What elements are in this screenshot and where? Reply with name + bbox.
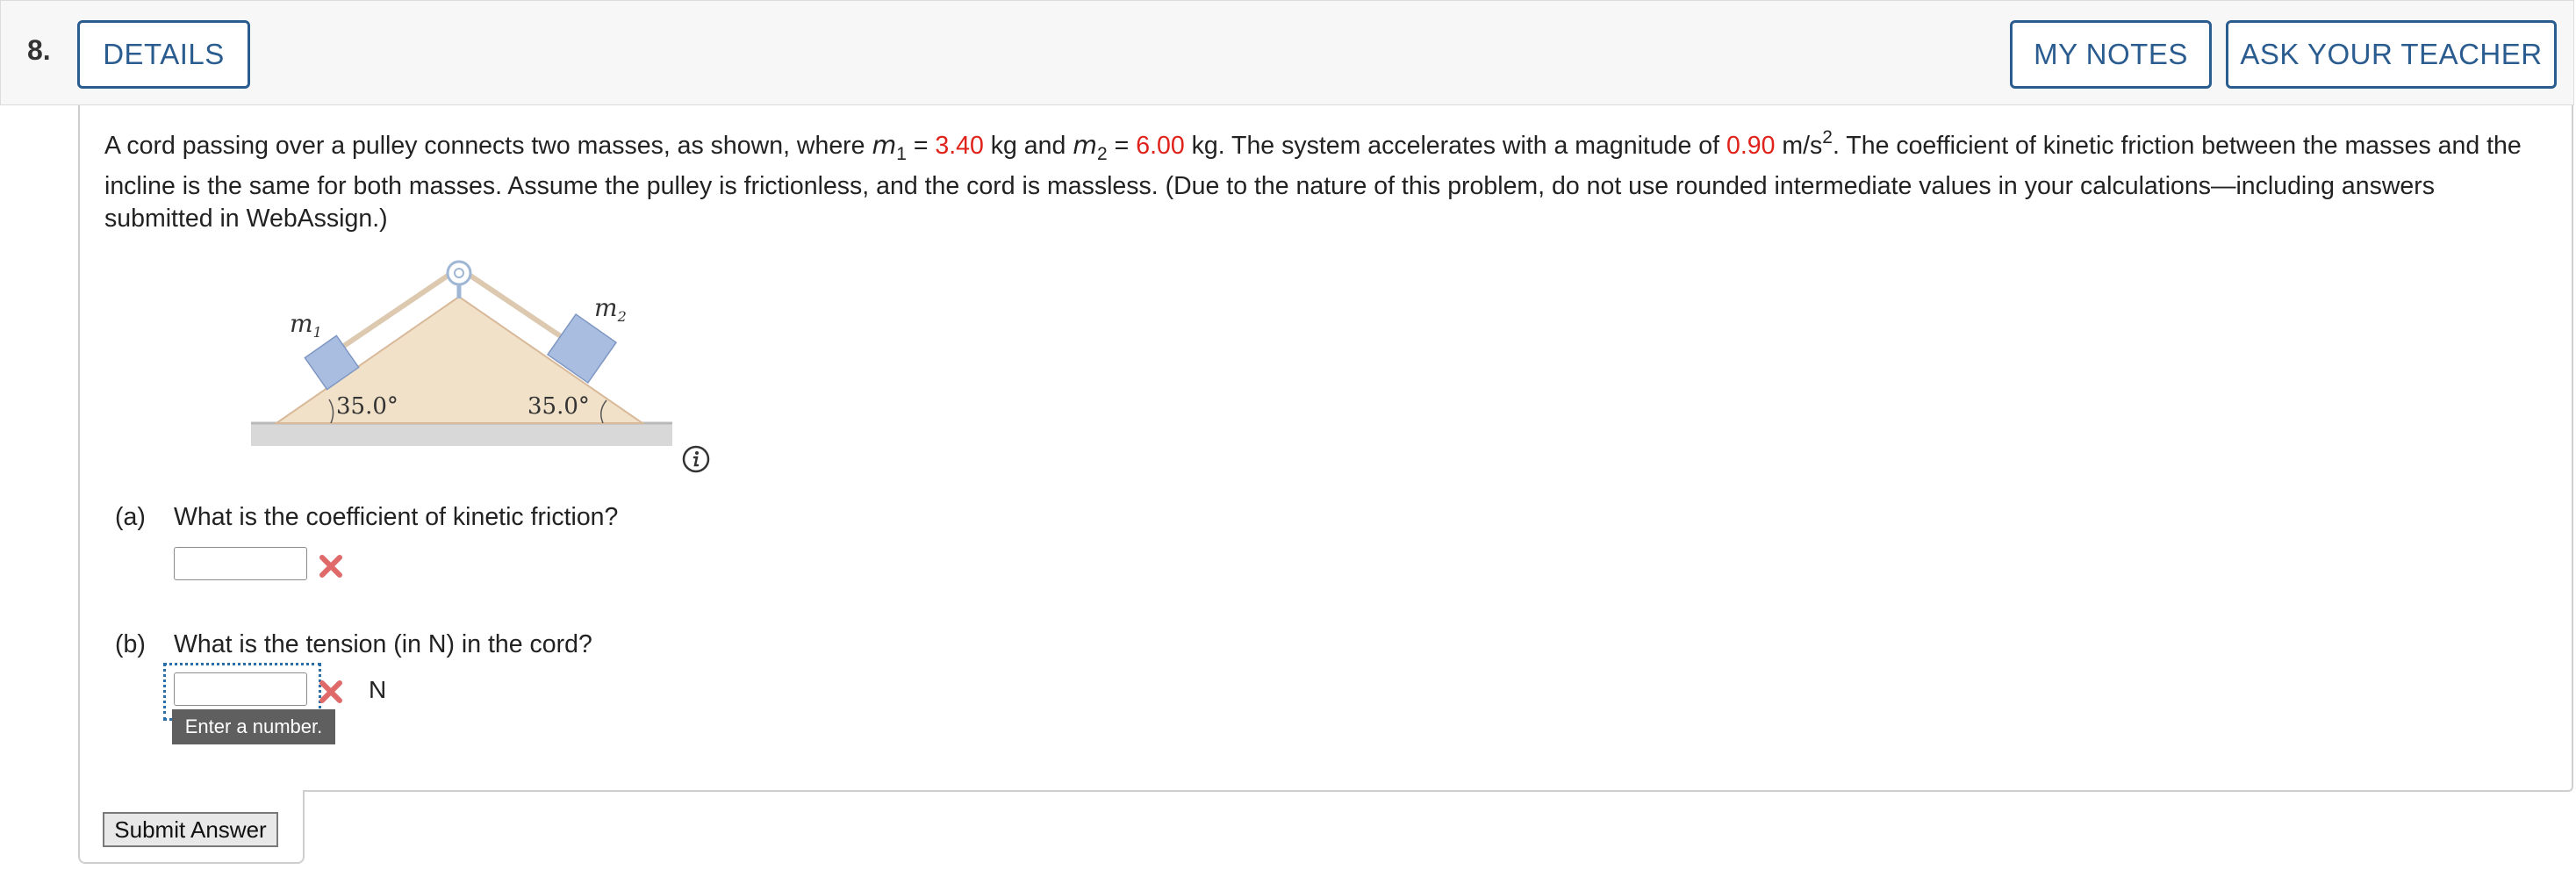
enter-number-tooltip: Enter a number. [172,709,335,744]
submit-answer-button[interactable]: Submit Answer [103,812,278,847]
m1-label: m1 [290,309,322,341]
incorrect-x-icon [319,555,342,578]
part-b-answer-input[interactable] [174,672,307,706]
incorrect-x-icon [319,680,342,703]
m1-value: 3.40 [935,132,984,160]
info-icon[interactable] [680,443,712,475]
my-notes-button[interactable]: MY NOTES [2010,20,2212,89]
m2-symbol: m [1073,131,1098,160]
problem-statement: A cord passing over a pulley connects tw… [104,127,2522,233]
part-a-question: What is the coefficient of kinetic frict… [174,503,619,531]
right-angle-label: 35.0° [527,393,590,420]
question-number: 8. [27,34,51,66]
left-angle-label: 35.0° [336,393,398,420]
m1-symbol: m [872,131,897,160]
m2-value: 6.00 [1136,132,1185,160]
question-header: 8. DETAILS MY NOTES ASK YOUR TEACHER [0,0,2574,105]
m2-label: m2 [594,293,627,325]
acceleration-value: 0.90 [1726,132,1776,160]
pulley-incline-figure: 35.0° 35.0° m1 m2 [251,260,672,446]
part-a-answer-input[interactable] [174,547,307,580]
part-b-letter: (b) [115,630,146,658]
part-a-letter: (a) [115,503,146,531]
part-b-unit: N [369,676,387,703]
ask-your-teacher-button[interactable]: ASK YOUR TEACHER [2226,20,2557,89]
details-button[interactable]: DETAILS [77,20,250,89]
part-b-question: What is the tension (in N) in the cord? [174,630,592,658]
ground [251,423,672,446]
